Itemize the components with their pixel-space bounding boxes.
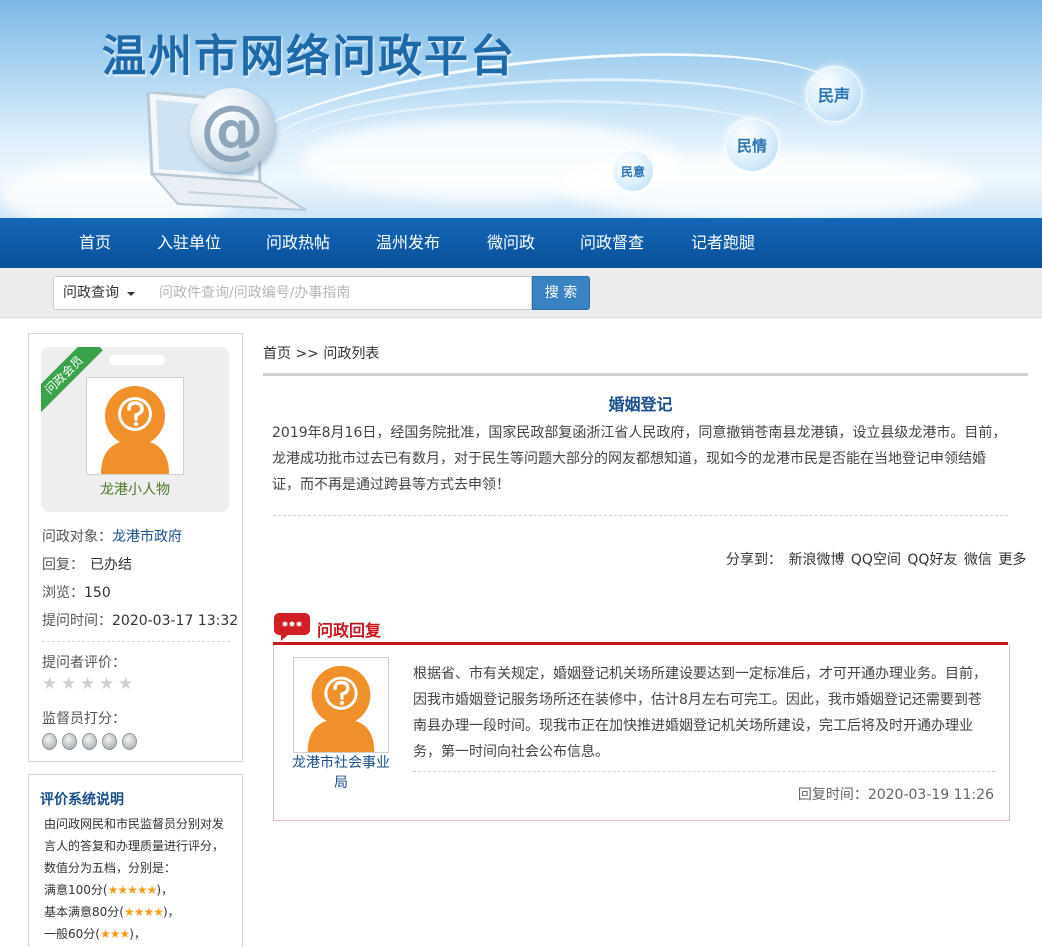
- gold-stars-icon: ★★★★: [124, 905, 163, 919]
- eval-level-100: 满意100分(★★★★★)，: [44, 881, 173, 898]
- medal-icon: [82, 733, 97, 750]
- eval-title: 评价系统说明: [40, 789, 124, 809]
- user-name[interactable]: 龙港小人物: [41, 479, 229, 499]
- nav-item-reporter-errand[interactable]: 记者跑腿: [691, 218, 755, 268]
- nav-item-home[interactable]: 首页: [79, 218, 111, 268]
- medal-icon: [102, 733, 117, 750]
- medal-icon: [122, 733, 137, 750]
- search-type-label: 问政查询: [63, 285, 119, 301]
- caret-down-icon: [127, 292, 135, 296]
- views-row: 浏览：150: [42, 582, 111, 602]
- star-empty-icon: ★: [80, 676, 97, 693]
- medal-icon: [42, 733, 57, 750]
- gold-stars-icon: ★★★: [100, 927, 129, 941]
- at-sign-icon: @: [190, 88, 274, 172]
- target-value[interactable]: 龙港市政府: [112, 529, 182, 545]
- eval-text: 数值分为五档，分别是：: [44, 859, 176, 876]
- site-banner: 温州市网络问政平台 @ 民声 民情 民意: [0, 0, 1042, 218]
- eval-level-60: 一般60分(★★★)，: [44, 925, 146, 942]
- star-empty-icon: ★: [118, 676, 135, 693]
- star-empty-icon: ★: [61, 676, 78, 693]
- reply-section-header: 问政回复: [273, 612, 1008, 645]
- nav-item-hot-posts[interactable]: 问政热帖: [266, 218, 330, 268]
- eval-level-80: 基本满意80分(★★★★)，: [44, 903, 180, 920]
- share-wechat[interactable]: 微信: [964, 552, 992, 568]
- post-body: 2019年8月16日，经国务院批准，国家民政部复函浙江省人民政府，同意撤销苍南县…: [272, 420, 1012, 498]
- nav-item-micro-politics[interactable]: 微问政: [487, 218, 535, 268]
- eval-text: 由问政网民和市民监督员分别对发: [44, 815, 224, 832]
- supervisor-label: 监督员打分：: [42, 708, 126, 728]
- share-qq-friend[interactable]: QQ好友: [907, 552, 957, 568]
- views-label: 浏览：: [42, 585, 84, 601]
- bubble-minyi: 民意: [612, 150, 654, 192]
- org-avatar: [293, 657, 389, 753]
- avatar-panel: 问政会员 龙港小人物: [41, 347, 229, 512]
- star-empty-icon: ★: [42, 676, 59, 693]
- reply-status-value: 已办结: [90, 557, 132, 573]
- ask-time-row: 提问时间：2020-03-17 13:32: [42, 610, 238, 630]
- medal-icon: [62, 733, 77, 750]
- eval-text: 言人的答复和办理质量进行评分，: [44, 837, 224, 854]
- user-card: 问政会员 龙港小人物 问政对象：龙港市政府 回复： 已办结 浏览：150 提问时间…: [28, 333, 243, 762]
- reply-time-value: 2020-03-19 11:26: [868, 787, 994, 803]
- divider: [273, 515, 1008, 516]
- divider: [413, 771, 995, 772]
- breadcrumb-underline: [263, 373, 1028, 376]
- speech-bubble-icon: [273, 612, 311, 642]
- card-slot: [109, 355, 165, 365]
- site-title: 温州市网络问政平台: [102, 20, 516, 84]
- bubble-minsheng: 民声: [806, 66, 862, 122]
- views-value: 150: [84, 585, 111, 601]
- star-empty-icon: ★: [99, 676, 116, 693]
- anonymous-user-icon: [87, 378, 183, 474]
- share-more[interactable]: 更多: [998, 552, 1026, 568]
- search-type-dropdown[interactable]: 问政查询: [53, 276, 148, 310]
- share-weibo[interactable]: 新浪微博: [788, 552, 844, 568]
- share-bar: 分享到： 新浪微博 QQ空间 QQ好友 微信 更多: [726, 549, 1026, 569]
- share-label: 分享到：: [726, 552, 782, 568]
- asker-rating-stars: ★ ★ ★ ★ ★: [42, 676, 135, 693]
- reply-status-label: 回复：: [42, 557, 84, 573]
- reply-time: 回复时间：2020-03-19 11:26: [798, 784, 994, 804]
- supervisor-medals: [42, 733, 140, 750]
- reply-body: 根据省、市有关规定，婚姻登记机关场所建设要达到一定标准后，才可开通办理业务。目前…: [413, 661, 993, 765]
- avatar: [86, 377, 184, 475]
- search-button[interactable]: 搜 索: [532, 276, 590, 310]
- ask-time-value: 2020-03-17 13:32: [112, 613, 238, 629]
- ask-time-label: 提问时间：: [42, 613, 112, 629]
- breadcrumb[interactable]: 首页 >> 问政列表: [263, 343, 379, 363]
- evaluation-info-panel: 评价系统说明 由问政网民和市民监督员分别对发 言人的答复和办理质量进行评分， 数…: [28, 774, 243, 947]
- nav-item-wenzhou-release[interactable]: 温州发布: [376, 218, 440, 268]
- reply-section-title: 问政回复: [317, 617, 381, 641]
- reply-org-name[interactable]: 龙港市社会事业局: [290, 753, 392, 793]
- post-title: 婚姻登记: [273, 391, 1008, 415]
- share-qzone[interactable]: QQ空间: [851, 552, 901, 568]
- divider: [42, 641, 230, 642]
- reply-status-row: 回复： 已办结: [42, 554, 132, 574]
- search-bar: 问政查询 搜 索: [0, 268, 1042, 318]
- asker-rating-label: 提问者评价：: [42, 652, 126, 672]
- bubble-minqing: 民情: [725, 118, 779, 172]
- reply-box: 龙港市社会事业局 根据省、市有关规定，婚姻登记机关场所建设要达到一定标准后，才可…: [273, 645, 1010, 821]
- target-label: 问政对象：: [42, 529, 112, 545]
- target-row: 问政对象：龙港市政府: [42, 526, 182, 546]
- reply-time-label: 回复时间：: [798, 787, 868, 803]
- gold-stars-icon: ★★★★★: [108, 883, 157, 897]
- nav-item-supervision[interactable]: 问政督查: [580, 218, 644, 268]
- main-nav: 首页 入驻单位 问政热帖 温州发布 微问政 问政督查 记者跑腿: [0, 218, 1042, 268]
- anonymous-user-icon: [294, 658, 388, 752]
- search-input[interactable]: [147, 276, 532, 310]
- nav-item-units[interactable]: 入驻单位: [157, 218, 221, 268]
